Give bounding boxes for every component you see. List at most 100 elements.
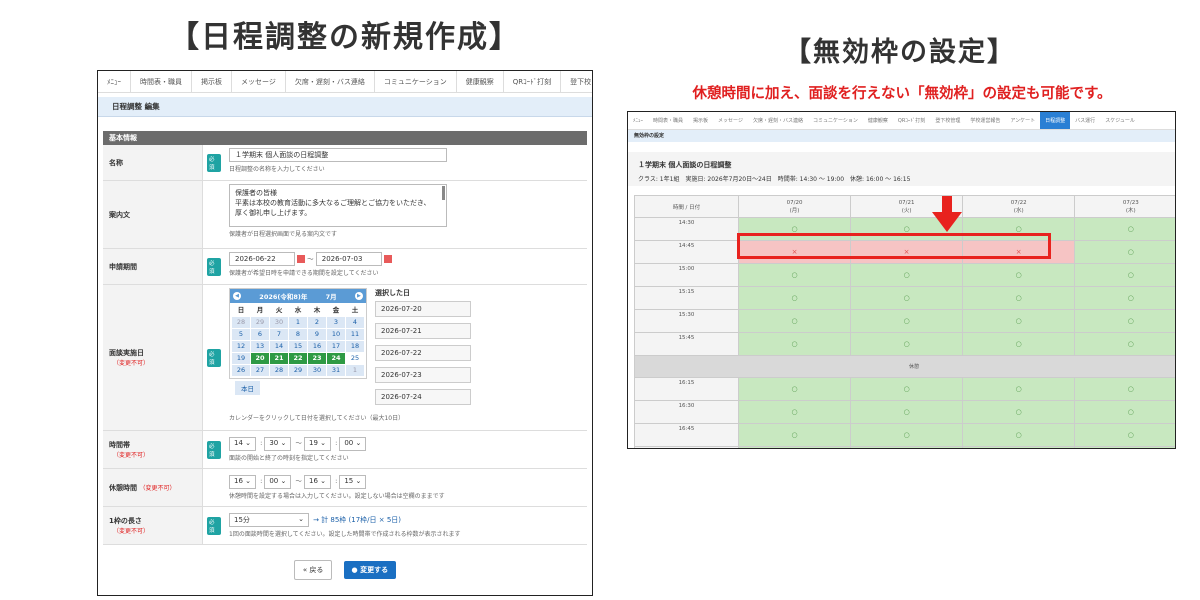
calendar-day[interactable]: 26 bbox=[232, 365, 250, 376]
calendar-day[interactable]: 1 bbox=[346, 365, 364, 376]
nav-item[interactable]: コミュニケーション bbox=[808, 112, 863, 129]
slot-cell-available[interactable]: ○ bbox=[850, 400, 964, 424]
nav-item[interactable]: 時間表・職員 bbox=[648, 112, 688, 129]
calendar-day[interactable]: 3 bbox=[327, 317, 345, 328]
nav-item[interactable]: メッセージ bbox=[232, 71, 286, 92]
nav-item[interactable]: 掲示板 bbox=[192, 71, 232, 92]
calendar-day[interactable]: 21 bbox=[270, 353, 288, 364]
calendar-day[interactable]: 31 bbox=[327, 365, 345, 376]
month-select[interactable]: 7月 bbox=[326, 291, 337, 301]
calendar-day[interactable]: 24 bbox=[327, 353, 345, 364]
slot-cell-available[interactable]: ○ bbox=[962, 400, 1076, 424]
time-start-hour[interactable]: 14 ⌄ bbox=[229, 437, 257, 451]
time-end-hour[interactable]: 19 ⌄ bbox=[304, 437, 332, 451]
slot-cell-available[interactable]: ○ bbox=[1074, 240, 1175, 264]
slot-cell-available[interactable]: ○ bbox=[737, 446, 852, 448]
calendar-day[interactable]: 30 bbox=[270, 317, 288, 328]
slot-cell-available[interactable]: ○ bbox=[737, 286, 852, 310]
calendar-day[interactable]: 8 bbox=[289, 329, 307, 340]
prev-month-icon[interactable]: ◀ bbox=[233, 292, 241, 300]
calendar-day[interactable]: 22 bbox=[289, 353, 307, 364]
nav-item[interactable]: 登下校管理 bbox=[930, 112, 965, 129]
nav-item[interactable]: ﾒﾆｭｰ bbox=[98, 71, 131, 92]
slot-cell-available[interactable]: ○ bbox=[737, 400, 852, 424]
slot-cell-available[interactable]: ○ bbox=[1074, 400, 1175, 424]
nav-item[interactable]: スケジュール bbox=[1100, 112, 1140, 129]
calendar-day[interactable]: 7 bbox=[270, 329, 288, 340]
slot-cell-available[interactable]: ○ bbox=[962, 286, 1076, 310]
period-start-input[interactable]: 2026-06-22 bbox=[229, 252, 295, 266]
slot-cell-available[interactable]: ○ bbox=[850, 309, 964, 333]
calendar-day[interactable]: 20 bbox=[251, 353, 269, 364]
calendar-day[interactable]: 10 bbox=[327, 329, 345, 340]
slot-cell-available[interactable]: ○ bbox=[850, 423, 964, 447]
calendar-day[interactable]: 17 bbox=[327, 341, 345, 352]
break-end-min[interactable]: 15 ⌄ bbox=[339, 475, 367, 489]
slot-cell-available[interactable]: ○ bbox=[850, 446, 964, 448]
slot-cell-available[interactable]: ○ bbox=[962, 263, 1076, 287]
nav-item[interactable]: メッセージ bbox=[713, 112, 748, 129]
calendar-day[interactable]: 29 bbox=[251, 317, 269, 328]
calendar-day[interactable]: 25 bbox=[346, 353, 364, 364]
slot-cell-available[interactable]: ○ bbox=[962, 332, 1076, 356]
slot-cell-available[interactable]: ○ bbox=[1074, 217, 1175, 241]
time-end-min[interactable]: 00 ⌄ bbox=[339, 437, 367, 451]
nav-item[interactable]: 掲示板 bbox=[688, 112, 713, 129]
calendar-day[interactable]: 1 bbox=[289, 317, 307, 328]
time-start-min[interactable]: 30 ⌄ bbox=[264, 437, 292, 451]
back-button[interactable]: « 戻る bbox=[293, 560, 333, 580]
nav-item[interactable]: 健康観察 bbox=[863, 112, 893, 129]
calendar-day[interactable]: 5 bbox=[232, 329, 250, 340]
calendar-day[interactable]: 29 bbox=[289, 365, 307, 376]
slot-cell-available[interactable]: ○ bbox=[1074, 286, 1175, 310]
nav-item[interactable]: 健康観察 bbox=[457, 71, 504, 92]
today-button[interactable]: 本日 bbox=[235, 381, 260, 395]
slot-cell-available[interactable]: ○ bbox=[737, 377, 852, 401]
calendar-day[interactable]: 16 bbox=[308, 341, 326, 352]
nav-item[interactable]: 日程調整 bbox=[1040, 112, 1071, 129]
guide-textarea[interactable]: 保護者の皆様 平素は本校の教育活動に多大なるご理解とご協力をいただき、 厚く御礼申し… bbox=[229, 184, 447, 227]
calendar-day[interactable]: 2 bbox=[308, 317, 326, 328]
calendar-day[interactable]: 15 bbox=[289, 341, 307, 352]
slot-cell-available[interactable]: ○ bbox=[1074, 423, 1175, 447]
calendar-day[interactable]: 12 bbox=[232, 341, 250, 352]
calendar-day[interactable]: 6 bbox=[251, 329, 269, 340]
nav-item[interactable]: 欠席・遅刻・バス連絡 bbox=[748, 112, 808, 129]
calendar-day[interactable]: 27 bbox=[251, 365, 269, 376]
calendar-day[interactable]: 28 bbox=[270, 365, 288, 376]
slot-cell-available[interactable]: ○ bbox=[737, 423, 852, 447]
textarea-scrollbar[interactable] bbox=[442, 186, 445, 200]
calendar-day[interactable]: 11 bbox=[346, 329, 364, 340]
change-button[interactable]: ● 変更する bbox=[343, 561, 397, 579]
slot-cell-available[interactable]: ○ bbox=[850, 377, 964, 401]
nav-item[interactable]: アンケート bbox=[1005, 112, 1040, 129]
calendar-day[interactable]: 19 bbox=[232, 353, 250, 364]
nav-item[interactable]: 学校運営報告 bbox=[965, 112, 1005, 129]
slot-cell-available[interactable]: ○ bbox=[1074, 263, 1175, 287]
year-select[interactable]: 2026(令和8)年 bbox=[259, 291, 307, 301]
calendar-day[interactable]: 14 bbox=[270, 341, 288, 352]
slot-cell-available[interactable]: ○ bbox=[1074, 309, 1175, 333]
break-start-min[interactable]: 00 ⌄ bbox=[264, 475, 292, 489]
calendar-day[interactable]: 28 bbox=[232, 317, 250, 328]
nav-item[interactable]: ﾒﾆｭｰ bbox=[628, 112, 648, 129]
slot-cell-available[interactable]: ○ bbox=[1074, 446, 1175, 448]
slot-cell-available[interactable]: ○ bbox=[850, 332, 964, 356]
nav-item[interactable]: 登下校 bbox=[561, 71, 592, 92]
name-input[interactable]: １学期末 個人面談の日程調整 bbox=[229, 148, 447, 162]
period-end-input[interactable]: 2026-07-03 bbox=[315, 252, 382, 266]
calendar-day[interactable]: 30 bbox=[308, 365, 326, 376]
slot-cell-available[interactable]: ○ bbox=[962, 446, 1076, 448]
nav-item[interactable]: 欠席・遅刻・バス連絡 bbox=[286, 71, 375, 92]
slot-cell-available[interactable]: ○ bbox=[737, 332, 852, 356]
slot-cell-available[interactable]: ○ bbox=[962, 309, 1076, 333]
nav-item[interactable]: バス運行 bbox=[1070, 112, 1100, 129]
nav-item[interactable]: QRｺｰﾄﾞ打刻 bbox=[504, 71, 562, 92]
slot-cell-available[interactable]: ○ bbox=[737, 309, 852, 333]
calendar-day[interactable]: 13 bbox=[251, 341, 269, 352]
slot-cell-available[interactable]: ○ bbox=[850, 286, 964, 310]
slot-cell-available[interactable]: ○ bbox=[737, 263, 852, 287]
slot-cell-available[interactable]: ○ bbox=[1074, 377, 1175, 401]
calendar-icon[interactable] bbox=[383, 255, 392, 263]
calendar-day[interactable]: 4 bbox=[346, 317, 364, 328]
